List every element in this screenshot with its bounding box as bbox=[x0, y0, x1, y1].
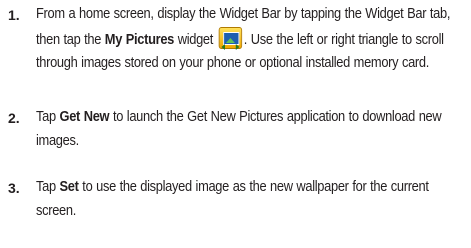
right-triangle-icon bbox=[235, 43, 240, 50]
instruction-page: 1. From a home screen, display the Widge… bbox=[0, 0, 471, 248]
step-number: 3. bbox=[8, 180, 20, 196]
step-text: From a home screen, display the Widget B… bbox=[36, 3, 450, 76]
step-text: Tap Get New to launch the Get New Pictur… bbox=[36, 106, 442, 153]
step-number: 2. bbox=[8, 110, 20, 126]
step-1-text-c: widget bbox=[174, 31, 217, 48]
step-3-text-c: to use the displayed image as the new wa… bbox=[36, 179, 429, 219]
get-new-label: Get New bbox=[59, 109, 110, 125]
my-pictures-widget-icon bbox=[218, 26, 242, 50]
step-2-text-a: Tap bbox=[36, 109, 60, 125]
step-number: 1. bbox=[8, 7, 20, 23]
step-text: Tap Set to use the displayed image as th… bbox=[36, 176, 429, 223]
my-pictures-label: My Pictures bbox=[104, 31, 175, 48]
set-label: Set bbox=[59, 179, 79, 195]
step-3-text-a: Tap bbox=[36, 179, 60, 195]
left-triangle-icon bbox=[221, 43, 225, 50]
